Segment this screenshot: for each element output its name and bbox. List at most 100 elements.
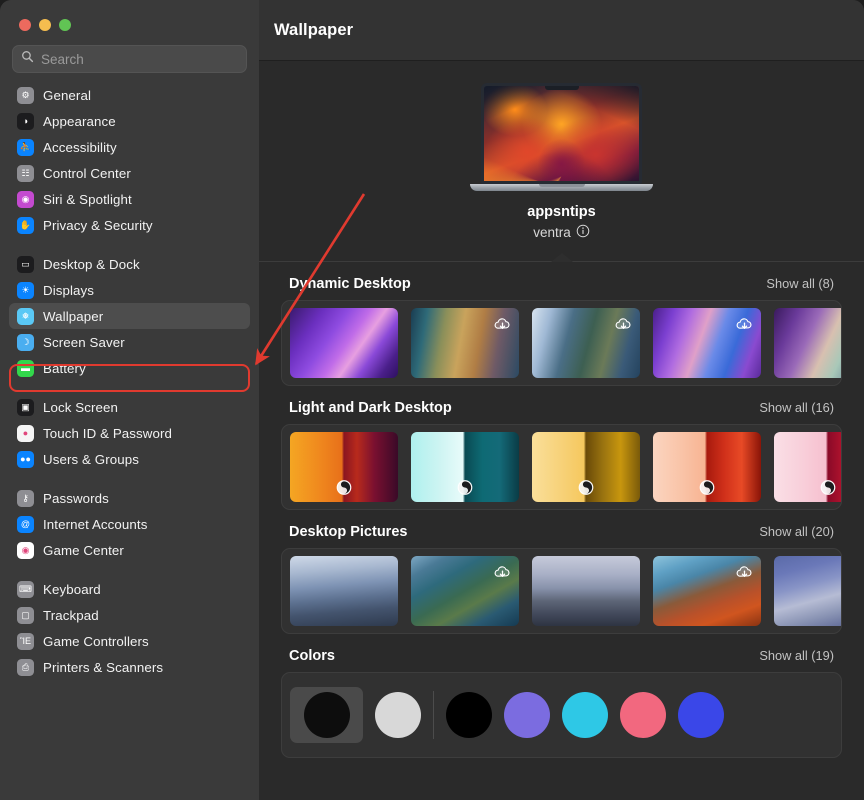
swatch-cyan[interactable] <box>562 692 608 738</box>
cloud-download-icon[interactable] <box>493 315 512 334</box>
sidebar-item-label: Screen Saver <box>43 335 125 350</box>
wallpaper-thumbnail-catalina-dynamic[interactable] <box>532 308 640 378</box>
sidebar-item-desktop-dock[interactable]: ▭Desktop & Dock <box>9 251 250 277</box>
sidebar-item-privacy-security[interactable]: ✋Privacy & Security <box>9 212 250 238</box>
wallpaper-thumbnail-big-sur-coast[interactable] <box>411 556 519 626</box>
color-swatch-strip[interactable] <box>281 672 842 758</box>
sidebar-item-label: Trackpad <box>43 608 99 623</box>
sidebar-item-label: Displays <box>43 283 94 298</box>
sidebar-item-label: Printers & Scanners <box>43 660 163 675</box>
content-scroll[interactable]: appsntips ventra Dynamic DesktopShow all… <box>259 61 864 800</box>
thumbnail-strip[interactable] <box>281 548 842 634</box>
cloud-download-icon[interactable] <box>493 563 512 582</box>
notch <box>545 86 579 90</box>
sidebar-item-users-groups[interactable]: ●●Users & Groups <box>9 446 250 472</box>
show-all-link[interactable]: Show all (19) <box>759 648 834 663</box>
appearance-icon: ◑ <box>17 113 34 130</box>
section-header: Dynamic DesktopShow all (8) <box>281 276 842 300</box>
wallpaper-thumbnail-teal-light-dark[interactable] <box>411 432 519 502</box>
sidebar-item-internet-accounts[interactable]: @Internet Accounts <box>9 511 250 537</box>
wallpaper-thumbnail-monterey-dynamic[interactable] <box>290 308 398 378</box>
section-title: Light and Dark Desktop <box>289 400 452 416</box>
wallpaper-thumbnail-ventura-light-dark[interactable] <box>290 432 398 502</box>
light-dark-appearance-icon <box>457 479 474 496</box>
sidebar-group-1: ▭Desktop & Dock☀Displays❅Wallpaper☽Scree… <box>9 251 250 381</box>
sidebar: ⚙General◑Appearance⛹Accessibility☷Contro… <box>0 0 259 800</box>
system-settings-window: ⚙General◑Appearance⛹Accessibility☷Contro… <box>0 0 864 800</box>
wallpaper-sections: Dynamic DesktopShow all (8) Light and Dar… <box>259 276 864 758</box>
search-icon <box>21 50 34 68</box>
sidebar-group-2: ▣Lock Screen ● Touch ID & Password ●●Users … <box>9 394 250 472</box>
keyboard-icon: ⌨ <box>17 581 34 598</box>
wallpaper-thumbnail-orange-light-dark[interactable] <box>653 432 761 502</box>
swatch-pink[interactable] <box>620 692 666 738</box>
thumbnail-strip[interactable] <box>281 300 842 386</box>
wallpaper-thumbnail-yellow-light-dark[interactable] <box>532 432 640 502</box>
close-button[interactable] <box>19 19 31 31</box>
selected-color-swatch[interactable] <box>290 687 363 743</box>
minimize-button[interactable] <box>39 19 51 31</box>
section-dynamic-desktop: Dynamic DesktopShow all (8) <box>281 276 842 386</box>
sidebar-item-accessibility[interactable]: ⛹Accessibility <box>9 134 250 160</box>
wallpaper-source-label: ventra <box>533 225 571 240</box>
show-all-link[interactable]: Show all (20) <box>759 524 834 539</box>
accessibility-icon: ⛹ <box>17 139 34 156</box>
macbook-screen <box>481 83 642 184</box>
wallpaper-thumbnail-sea-rocks[interactable] <box>532 556 640 626</box>
swatch-blue[interactable] <box>678 692 724 738</box>
sidebar-item-battery[interactable]: ▬Battery <box>9 355 250 381</box>
sidebar-item-label: Game Center <box>43 543 124 558</box>
sidebar-group-4: ⌨Keyboard▢Trackpad ἺE Game Controllers ⎙Pri… <box>9 576 250 680</box>
wallpaper-thumbnail-snow-peak[interactable] <box>774 556 842 626</box>
sidebar-item-keyboard[interactable]: ⌨Keyboard <box>9 576 250 602</box>
sidebar-item-printers-scanners[interactable]: ⎙Printers & Scanners <box>9 654 250 680</box>
touch-id-icon: ● <box>17 425 34 442</box>
sidebar-item-wallpaper[interactable]: ❅Wallpaper <box>9 303 250 329</box>
sidebar-item-siri-spotlight[interactable]: ◉Siri & Spotlight <box>9 186 250 212</box>
wallpaper-thumbnail-big-sur-dynamic[interactable] <box>653 308 761 378</box>
sidebar-item-touch-id-password[interactable]: ● Touch ID & Password <box>9 420 250 446</box>
wallpaper-thumbnail-blue-mountains[interactable] <box>290 556 398 626</box>
sidebar-item-game-controllers[interactable]: ἺE Game Controllers <box>9 628 250 654</box>
wallpaper-thumbnail-red-cliffs[interactable] <box>653 556 761 626</box>
info-icon[interactable] <box>576 224 590 241</box>
search-field[interactable] <box>12 45 247 73</box>
sidebar-item-label: Game Controllers <box>43 634 149 649</box>
sidebar-item-appearance[interactable]: ◑Appearance <box>9 108 250 134</box>
swatch-purple[interactable] <box>504 692 550 738</box>
sidebar-item-displays[interactable]: ☀Displays <box>9 277 250 303</box>
cloud-download-icon[interactable] <box>735 563 754 582</box>
section-light-and-dark-desktop: Light and Dark Desktop Show all (16) <box>281 400 842 510</box>
cloud-download-icon[interactable] <box>735 315 754 334</box>
sidebar-item-general[interactable]: ⚙General <box>9 82 250 108</box>
detail-pane: Wallpaper appsntips ventra <box>259 0 864 800</box>
thumbnail-strip[interactable] <box>281 424 842 510</box>
users-groups-icon: ●● <box>17 451 34 468</box>
sidebar-item-label: Desktop & Dock <box>43 257 140 272</box>
show-all-link[interactable]: Show all (16) <box>759 400 834 415</box>
sidebar-item-passwords[interactable]: ⚷Passwords <box>9 485 250 511</box>
light-dark-appearance-icon <box>336 479 353 496</box>
sidebar-item-lock-screen[interactable]: ▣Lock Screen <box>9 394 250 420</box>
wallpaper-thumbnail-catalina-graphic[interactable] <box>774 308 842 378</box>
cloud-download-icon[interactable] <box>614 315 633 334</box>
sidebar-item-trackpad[interactable]: ▢Trackpad <box>9 602 250 628</box>
gear-icon: ⚙ <box>17 87 34 104</box>
search-input[interactable] <box>41 52 238 67</box>
zoom-button[interactable] <box>59 19 71 31</box>
sidebar-item-screen-saver[interactable]: ☽Screen Saver <box>9 329 250 355</box>
sidebar-item-label: Touch ID & Password <box>43 426 172 441</box>
sidebar-nav: ⚙General◑Appearance⛹Accessibility☷Contro… <box>0 73 259 680</box>
sidebar-item-control-center[interactable]: ☷Control Center <box>9 160 250 186</box>
swatch-white[interactable] <box>375 692 421 738</box>
lock-screen-icon: ▣ <box>17 399 34 416</box>
show-all-link[interactable]: Show all (8) <box>766 276 834 291</box>
sidebar-item-game-center[interactable]: ◉Game Center <box>9 537 250 563</box>
wallpaper-thumbnail-pink-light-dark[interactable] <box>774 432 842 502</box>
wallpaper-thumbnail-big-sur-graphic[interactable] <box>411 308 519 378</box>
battery-icon: ▬ <box>17 360 34 377</box>
swatch-black[interactable] <box>446 692 492 738</box>
sidebar-item-label: Passwords <box>43 491 109 506</box>
game-controllers-icon: ἺE <box>17 633 34 650</box>
privacy-icon: ✋ <box>17 217 34 234</box>
